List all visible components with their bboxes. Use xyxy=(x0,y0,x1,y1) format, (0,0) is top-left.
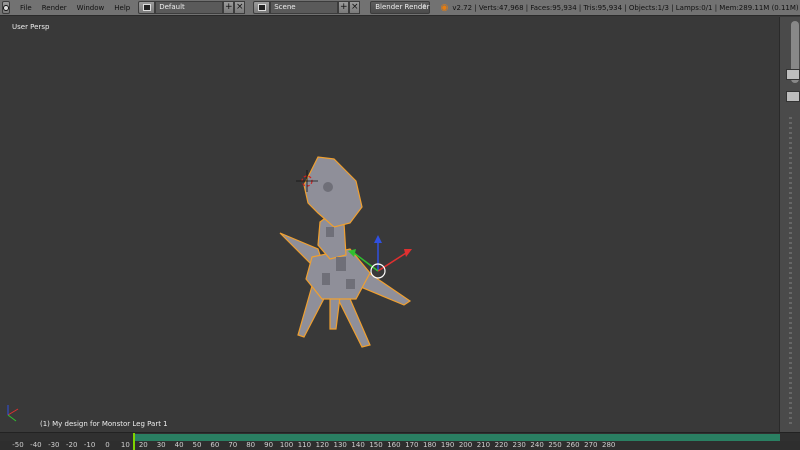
timeline-frame-label: 90 xyxy=(264,441,274,449)
timeline-frame-label: 190 xyxy=(440,441,455,449)
timeline-frame-label: 280 xyxy=(602,441,616,449)
screen-layout-selector: Default + × xyxy=(138,1,246,14)
timeline-frame-label: 140 xyxy=(351,441,365,449)
add-scene-button[interactable]: + xyxy=(338,1,350,14)
timeline-frame-label: 60 xyxy=(210,441,220,449)
delete-screen-button[interactable]: × xyxy=(234,1,246,14)
delete-scene-button[interactable]: × xyxy=(349,1,361,14)
timeline-frame-label: 150 xyxy=(369,441,383,449)
scene-selector: Scene + × xyxy=(253,1,361,14)
timeline-frame-label: 120 xyxy=(315,441,329,449)
timeline-frame-label: 240 xyxy=(530,441,544,449)
timeline-frame-label: -30 xyxy=(48,441,60,449)
editor-type-button[interactable] xyxy=(2,1,10,14)
timeline-frame-label: 10 xyxy=(120,441,130,449)
info-header: File Render Window Help Default + × Scen… xyxy=(0,0,800,16)
menu-help[interactable]: Help xyxy=(114,4,130,12)
screen-layout-field[interactable]: Default xyxy=(155,1,224,14)
menu-file[interactable]: File xyxy=(20,4,32,12)
menu-render[interactable]: Render xyxy=(42,4,67,12)
timeline-frame-label: 30 xyxy=(156,441,166,449)
timeline-frame-label: -10 xyxy=(83,441,96,449)
timeline-frame-label: 80 xyxy=(246,441,256,449)
timeline-ruler[interactable]: -50 -40 -30 -20 -10 0 10 20 30 40 50 60 70 80 90 100 110… xyxy=(0,441,800,450)
scene-icon[interactable] xyxy=(253,1,271,14)
timeline-frame-label: -20 xyxy=(65,441,78,449)
timeline-frame-label: 20 xyxy=(138,441,148,449)
sidebar-tab-icon[interactable] xyxy=(786,69,800,80)
scene-field[interactable]: Scene xyxy=(270,1,339,14)
add-screen-button[interactable]: + xyxy=(223,1,235,14)
timeline-frame-label: 260 xyxy=(566,441,580,449)
timeline-frame-label: 270 xyxy=(584,441,598,449)
view-label: User Persp xyxy=(12,23,50,31)
sidebar-track[interactable] xyxy=(789,117,792,427)
screen-layout-icon[interactable] xyxy=(138,1,156,14)
monster-leg-mesh[interactable] xyxy=(279,156,412,348)
timeline[interactable]: -50 -40 -30 -20 -10 0 10 20 30 40 50 60 70 80 90 100 110… xyxy=(0,432,800,450)
timeline-frame-label: 220 xyxy=(494,441,508,449)
timeline-frame-label: 230 xyxy=(512,441,526,449)
blender-logo-icon: ◉ xyxy=(440,2,449,13)
timeline-frame-label: 110 xyxy=(297,441,312,449)
timeline-frame-label: -40 xyxy=(30,441,42,449)
timeline-frame-label: 160 xyxy=(387,441,401,449)
frame-range-bar[interactable] xyxy=(134,434,780,441)
timeline-frame-label: 130 xyxy=(333,441,347,449)
menu-window[interactable]: Window xyxy=(77,4,105,12)
properties-tab-icon[interactable] xyxy=(786,91,800,102)
timeline-frame-label: 200 xyxy=(458,441,473,449)
3d-viewport[interactable]: User Persp (1) My design for Monstor Leg… xyxy=(0,17,779,432)
properties-sidebar xyxy=(779,17,800,432)
timeline-frame-label: 100 xyxy=(279,441,294,449)
timeline-frame-label: 180 xyxy=(423,441,437,449)
view-axis-icon xyxy=(7,405,19,422)
timeline-frame-label: 250 xyxy=(548,441,562,449)
timeline-frame-label: 70 xyxy=(228,441,238,449)
current-frame-cursor[interactable] xyxy=(133,433,135,450)
info-icon xyxy=(3,4,9,11)
scene-stats: v2.72 | Verts:47,968 | Faces:95,934 | Tr… xyxy=(452,3,800,12)
timeline-frame-label: 0 xyxy=(105,441,110,449)
viewport-scene xyxy=(7,156,412,422)
timeline-frame-label: 50 xyxy=(192,441,202,449)
render-engine-dropdown[interactable]: Blender Render xyxy=(370,1,431,14)
timeline-frame-label: 170 xyxy=(405,441,419,449)
timeline-frame-label: 210 xyxy=(476,441,491,449)
timeline-frame-label: -50 xyxy=(12,441,24,449)
active-object-label: (1) My design for Monstor Leg Part 1 xyxy=(40,420,168,428)
timeline-frame-label: 40 xyxy=(174,441,184,449)
